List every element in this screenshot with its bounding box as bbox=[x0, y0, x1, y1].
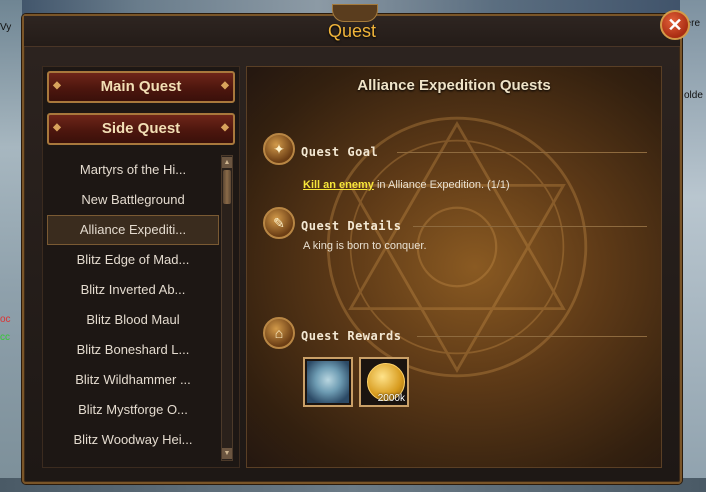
quest-rewards-label: Quest Rewards bbox=[301, 329, 402, 343]
reward-amount: 2000k bbox=[377, 393, 405, 404]
main-quest-tab[interactable]: ◆ Main Quest ◆ bbox=[47, 71, 235, 103]
quest-goal-link[interactable]: Kill an enemy bbox=[303, 179, 374, 191]
window-titlebar: Quest bbox=[24, 4, 680, 47]
reward-gold[interactable]: 2000k bbox=[359, 357, 409, 407]
divider bbox=[413, 226, 647, 227]
quest-rewards-icon: ⌂ bbox=[263, 317, 295, 349]
quest-window: Quest ✕ ◆ Main Quest ◆ ◆ Side Quest ◆ Ma… bbox=[22, 4, 690, 484]
background-text: olde bbox=[684, 90, 703, 101]
scroll-thumb[interactable] bbox=[223, 170, 231, 204]
quest-details-icon: ✎ bbox=[263, 207, 295, 239]
ornament-icon: ◆ bbox=[53, 80, 61, 91]
quest-list-item[interactable]: Blitz Boneshard L... bbox=[47, 335, 219, 365]
quest-list-item[interactable]: Martyrs of the Hi... bbox=[47, 155, 219, 185]
divider bbox=[397, 152, 647, 153]
quest-list-item-selected[interactable]: Alliance Expediti... bbox=[47, 215, 219, 245]
quest-list-scrollbar[interactable]: ▲ ▼ bbox=[221, 155, 233, 461]
quest-list: Martyrs of the Hi... New Battleground Al… bbox=[47, 155, 219, 461]
quest-detail-panel: Alliance Expedition Quests ✦ Quest Goal … bbox=[246, 66, 662, 468]
ornament-icon: ◆ bbox=[53, 122, 61, 133]
game-background-left bbox=[0, 0, 22, 492]
quest-list-item[interactable]: Blitz Edge of Mad... bbox=[47, 245, 219, 275]
window-title: Quest bbox=[327, 21, 377, 41]
game-background-right bbox=[680, 0, 706, 492]
hero-portrait-icon bbox=[307, 361, 349, 403]
close-button[interactable]: ✕ bbox=[660, 10, 690, 40]
quest-goal-text: Kill an enemy in Alliance Expedition. (1… bbox=[303, 179, 510, 191]
quest-list-item[interactable]: Blitz Mystforge O... bbox=[47, 395, 219, 425]
background-text: cc bbox=[0, 332, 10, 343]
scroll-up-button[interactable]: ▲ bbox=[222, 157, 232, 168]
quest-sidebar: ◆ Main Quest ◆ ◆ Side Quest ◆ Martyrs of… bbox=[42, 66, 240, 468]
background-text: oc bbox=[0, 314, 11, 325]
quest-details-label: Quest Details bbox=[301, 219, 402, 233]
quest-title: Alliance Expedition Quests bbox=[357, 77, 551, 94]
side-quest-label: Side Quest bbox=[101, 120, 181, 137]
quest-goal-description: in Alliance Expedition. (1/1) bbox=[376, 179, 510, 191]
quest-list-item[interactable]: Blitz Blood Maul bbox=[47, 305, 219, 335]
side-quest-tab[interactable]: ◆ Side Quest ◆ bbox=[47, 113, 235, 145]
quest-list-item[interactable]: Blitz Woodway Hei... bbox=[47, 425, 219, 455]
quest-details-text: A king is born to conquer. bbox=[303, 240, 427, 252]
quest-list-item[interactable]: New Battleground bbox=[47, 185, 219, 215]
divider bbox=[417, 336, 647, 337]
reward-hero-portrait[interactable] bbox=[303, 357, 353, 407]
ornament-icon: ◆ bbox=[221, 80, 229, 91]
title-crest-ornament bbox=[332, 4, 378, 22]
quest-list-item[interactable]: Blitz Wildhammer ... bbox=[47, 365, 219, 395]
quest-goal-icon: ✦ bbox=[263, 133, 295, 165]
background-text: Vy bbox=[0, 22, 12, 33]
main-quest-label: Main Quest bbox=[100, 78, 182, 95]
scroll-down-button[interactable]: ▼ bbox=[222, 448, 232, 459]
quest-goal-label: Quest Goal bbox=[301, 145, 379, 159]
quest-list-item[interactable]: Blitz Inverted Ab... bbox=[47, 275, 219, 305]
ornament-icon: ◆ bbox=[221, 122, 229, 133]
